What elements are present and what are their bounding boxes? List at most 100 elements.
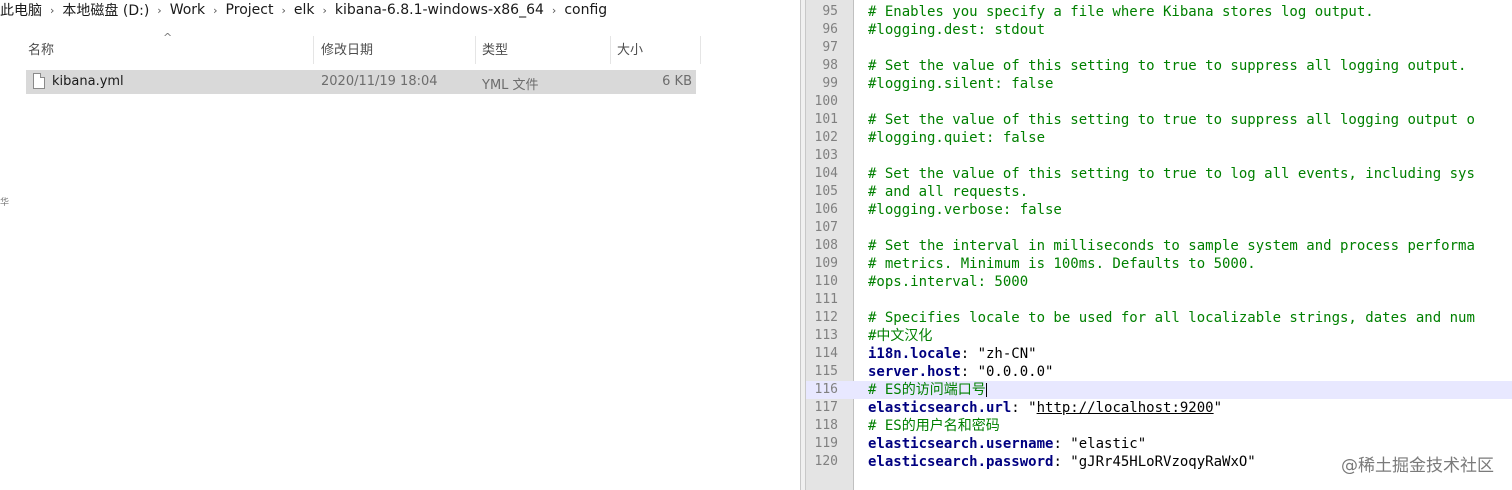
code-token: #logging.quiet: false	[868, 130, 1046, 146]
code-token: :	[960, 364, 978, 380]
code-editor[interactable]: 95 # Enables you specify a file where Kib…	[806, 0, 1512, 490]
line-number: 111	[814, 292, 838, 307]
code-line[interactable]: 97	[806, 39, 1512, 57]
code-line[interactable]: 104 # Set the value of this setting to tr…	[806, 165, 1512, 183]
column-header-size[interactable]: 大小	[617, 36, 643, 60]
breadcrumb-item[interactable]: Project	[222, 2, 278, 18]
column-divider[interactable]	[313, 36, 314, 64]
chevron-right-icon[interactable]: ›	[153, 4, 165, 17]
code-text: elasticsearch.username: "elastic"	[868, 435, 1146, 453]
code-text: server.host: "0.0.0.0"	[868, 363, 1053, 381]
column-header-type-label: 类型	[482, 42, 509, 58]
code-text: # Set the value of this setting to true …	[868, 57, 1466, 75]
line-number: 97	[822, 40, 838, 55]
code-line[interactable]: 95 # Enables you specify a file where Kib…	[806, 3, 1512, 21]
code-text: #ops.interval: 5000	[868, 273, 1028, 291]
code-token: # ES的用户名和密码	[868, 418, 1000, 434]
code-line[interactable]: 101 # Set the value of this setting to tr…	[806, 111, 1512, 129]
file-modified: 2020/11/19 18:04	[321, 74, 438, 89]
breadcrumb-item[interactable]: Work	[166, 2, 209, 18]
code-line[interactable]: 103	[806, 147, 1512, 165]
file-type: YML 文件	[482, 78, 539, 93]
line-number: 95	[822, 4, 838, 19]
code-text: # Set the value of this setting to true …	[868, 111, 1475, 129]
column-header-type[interactable]: 类型	[482, 36, 508, 60]
line-number: 105	[814, 184, 838, 199]
chevron-right-icon[interactable]: ›	[209, 4, 221, 17]
line-number: 96	[822, 22, 838, 37]
column-divider[interactable]	[475, 36, 476, 64]
code-line[interactable]: 102 #logging.quiet: false	[806, 129, 1512, 147]
code-token: # Set the interval in milliseconds to sa…	[868, 238, 1475, 254]
code-line[interactable]: 113 #中文汉化	[806, 327, 1512, 345]
code-line[interactable]: 105 # and all requests.	[806, 183, 1512, 201]
line-number: 119	[814, 436, 838, 451]
column-divider[interactable]	[700, 36, 701, 64]
code-line[interactable]: 111	[806, 291, 1512, 309]
code-text: # metrics. Minimum is 100ms. Defaults to…	[868, 255, 1256, 273]
code-line[interactable]: 117 elasticsearch.url: "http://localhost:…	[806, 399, 1512, 417]
code-token: http://localhost:9200	[1036, 400, 1214, 416]
breadcrumb-item[interactable]: config	[560, 2, 611, 18]
sort-ascending-icon: ^	[163, 31, 173, 44]
line-number: 110	[814, 274, 838, 289]
line-number: 108	[814, 238, 838, 253]
code-line[interactable]: 116 # ES的访问端口号	[806, 381, 1512, 399]
code-text: # ES的用户名和密码	[868, 417, 1000, 435]
line-number: 115	[814, 364, 838, 379]
chevron-right-icon[interactable]: ›	[548, 4, 560, 17]
code-token: # Enables you specify a file where Kiban…	[868, 4, 1374, 20]
code-token: elasticsearch.password	[868, 454, 1054, 470]
code-line[interactable]: 98 # Set the value of this setting to tru…	[806, 57, 1512, 75]
code-token: :	[1053, 454, 1071, 470]
code-text: # Specifies locale to be used for all lo…	[868, 309, 1475, 327]
code-line[interactable]: 108 # Set the interval in milliseconds to…	[806, 237, 1512, 255]
chevron-right-icon[interactable]: ›	[277, 4, 289, 17]
code-token: :	[1011, 400, 1029, 416]
breadcrumb-item[interactable]: 本地磁盘 (D:)	[58, 0, 153, 20]
code-text: #logging.quiet: false	[868, 129, 1045, 147]
code-line[interactable]: 114 i18n.locale: "zh-CN"	[806, 345, 1512, 363]
line-number: 104	[814, 166, 838, 181]
code-token: # Specifies locale to be used for all lo…	[868, 310, 1475, 326]
line-number: 109	[814, 256, 838, 271]
code-line[interactable]: 100	[806, 93, 1512, 111]
code-line[interactable]: 118 # ES的用户名和密码	[806, 417, 1512, 435]
code-line[interactable]: 106 #logging.verbose: false	[806, 201, 1512, 219]
code-line[interactable]: 115 server.host: "0.0.0.0"	[806, 363, 1512, 381]
breadcrumb-item[interactable]: kibana-6.8.1-windows-x86_64	[331, 2, 548, 18]
line-number: 99	[822, 76, 838, 91]
line-number: 120	[814, 454, 838, 469]
code-line[interactable]: 96 #logging.dest: stdout	[806, 21, 1512, 39]
line-number: 103	[814, 148, 838, 163]
code-text: elasticsearch.password: "gJRr45HLoRVzoqy…	[868, 453, 1256, 471]
column-divider[interactable]	[610, 36, 611, 64]
column-header-name[interactable]: 名称	[28, 36, 54, 60]
code-text: # Set the value of this setting to true …	[868, 165, 1475, 183]
line-number: 118	[814, 418, 838, 433]
nav-pane-cutoff-text: 华	[0, 198, 10, 208]
code-line[interactable]: 112 # Specifies locale to be used for all…	[806, 309, 1512, 327]
file-row-kibana-yml[interactable]: kibana.yml 2020/11/19 18:04 YML 文件 6 KB	[26, 70, 696, 94]
code-line[interactable]: 109 # metrics. Minimum is 100ms. Defaults…	[806, 255, 1512, 273]
breadcrumb-item[interactable]: elk	[290, 2, 319, 18]
code-line[interactable]: 99 #logging.silent: false	[806, 75, 1512, 93]
breadcrumb-item[interactable]: 此电脑	[0, 0, 46, 20]
column-header-modified[interactable]: 修改日期	[321, 36, 373, 60]
code-token: "	[1028, 400, 1037, 416]
chevron-right-icon[interactable]: ›	[318, 4, 330, 17]
file-size: 6 KB	[662, 74, 692, 89]
code-token: "0.0.0.0"	[977, 364, 1054, 380]
code-line[interactable]: 110 #ops.interval: 5000	[806, 273, 1512, 291]
line-number: 101	[814, 112, 838, 127]
code-text: elasticsearch.url: "http://localhost:920…	[868, 399, 1222, 417]
editor-lines[interactable]: 95 # Enables you specify a file where Kib…	[806, 3, 1512, 471]
code-line[interactable]: 107	[806, 219, 1512, 237]
line-number: 116	[814, 382, 838, 397]
code-token: #logging.silent: false	[868, 76, 1054, 92]
chevron-right-icon[interactable]: ›	[46, 4, 58, 17]
code-token: # ES的访问端口号	[868, 382, 986, 398]
breadcrumb: 此电脑 › 本地磁盘 (D:) › Work › Project › elk › kibana-6.…	[0, 0, 611, 20]
line-number: 107	[814, 220, 838, 235]
code-token: "elastic"	[1070, 436, 1147, 452]
